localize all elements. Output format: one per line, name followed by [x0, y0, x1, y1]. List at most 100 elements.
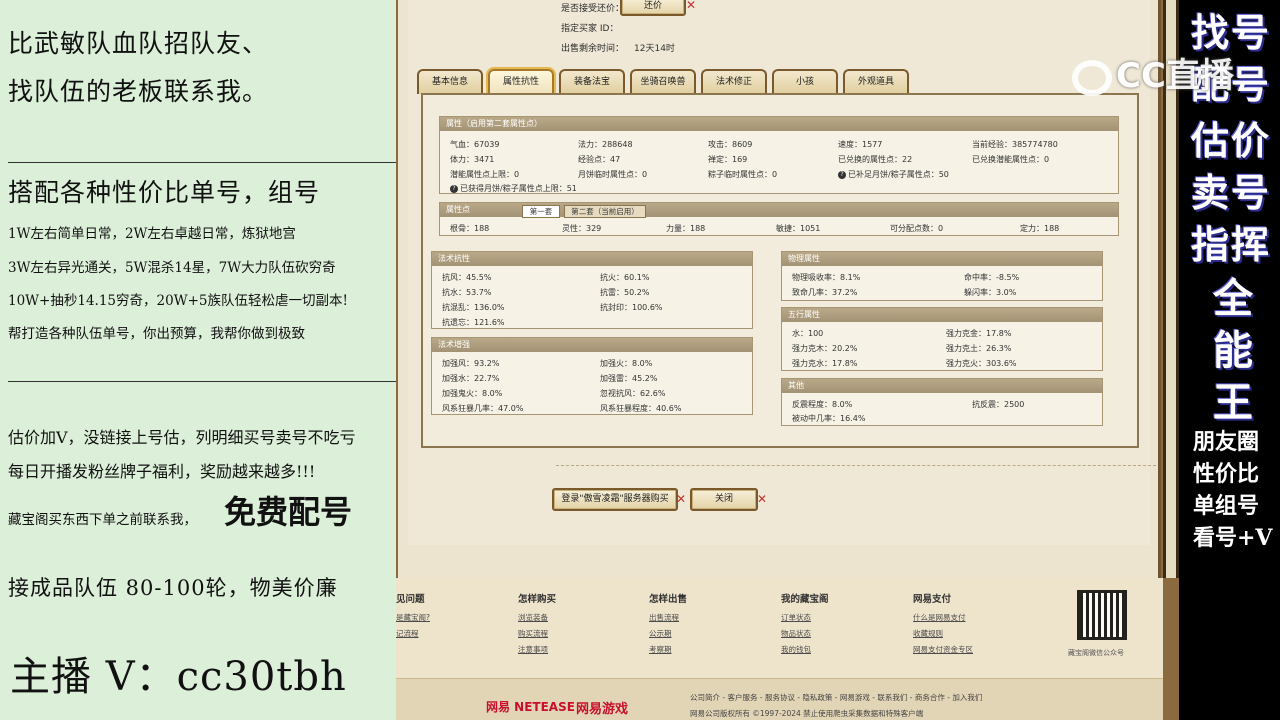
physical-crit: 致命几率：37.2% [792, 288, 858, 297]
login-buy-button[interactable]: 登录"傲雪凌霜"服务器购买 [552, 488, 678, 511]
overlay-right-line-1: 朋友圈 [1193, 429, 1260, 455]
resist-chaos: 抗混乱：136.0% [442, 303, 505, 312]
tab-child[interactable]: 小孩 [772, 69, 838, 94]
footer-link[interactable]: 什么是网易支付 [913, 612, 966, 623]
tab-attributes[interactable]: 属性抗性 [488, 69, 554, 94]
enhance-wind-crit-rate: 风系狂暴几率：47.0% [442, 404, 524, 413]
overlay-divider [8, 381, 396, 382]
footer-link[interactable]: 是藏宝阁? [396, 612, 430, 623]
remaining-label: 出售剩余时间： [561, 44, 625, 54]
points-section: 属性点 第一套 第二套（当前启用） 根骨：188 灵性：329 力量：188 敏… [439, 202, 1119, 236]
five-vs-fire: 强力克火：303.6% [946, 359, 1017, 368]
footer-link[interactable]: 购买流程 [518, 628, 548, 639]
point-available: 可分配点数：0 [890, 224, 944, 233]
qr-label: 藏宝阁微信公众号 [1068, 649, 1124, 657]
physical-dodge: 躲闪率：3.0% [964, 288, 1017, 297]
enhance-ignore-wind: 忽视抗风：62.6% [600, 389, 666, 398]
footer-link[interactable]: 我的钱包 [781, 644, 811, 655]
tab-appearance[interactable]: 外观道具 [843, 69, 909, 94]
enhance-header: 法术增强 [432, 338, 752, 352]
overlay-text-line1: 比武敏队血队招队友、 [8, 29, 269, 58]
game-window: 是否接受还价： 还价 ✕ 指定买家 ID： 出售剩余时间： 12天14时 基本信息… [396, 0, 1179, 720]
footer-link[interactable]: 公示期 [649, 628, 672, 639]
resist-forget: 抗遗忘：121.6% [442, 318, 505, 327]
bargain-label: 是否接受还价： [561, 4, 625, 14]
cc-live-watermark: CC直播 [1072, 48, 1234, 97]
separator-line [556, 465, 1156, 466]
enhance-wind-crit-degree: 风系狂暴程度：40.6% [600, 404, 682, 413]
other-counter-degree: 反震程度：8.0% [792, 400, 853, 409]
five-vs-water: 强力克水：17.8% [792, 359, 858, 368]
help-icon[interactable]: ? [450, 184, 458, 193]
other-anti-counter: 抗反震：2500 [972, 400, 1025, 409]
overlay-text-line2: 找队伍的老板联系我。 [8, 77, 269, 106]
resist-fire: 抗火：60.1% [600, 273, 650, 282]
trade-panel-inner: 是否接受还价： 还价 ✕ 指定买家 ID： 出售剩余时间： 12天14时 基本信息… [408, 0, 1156, 545]
attr-filled: ? 已补足月饼/粽子属性点：50 [838, 169, 949, 180]
overlay-right-line-3: 单组号 [1193, 493, 1260, 519]
other-section: 其他 反震程度：8.0% 抗反震：2500 被动中几率：16.4% [781, 378, 1103, 426]
footer-link[interactable]: 收藏规则 [913, 628, 943, 639]
points-set1-tab[interactable]: 第一套 [522, 205, 560, 218]
footer-link[interactable]: 记流程 [396, 628, 419, 639]
physical-hit: 命中率：-8.5% [964, 273, 1020, 282]
attr-exp: 当前经验：385774780 [972, 140, 1058, 149]
overlay-free-match: 免费配号 [224, 493, 353, 531]
enhance-ghostfire: 加强鬼火：8.0% [442, 389, 503, 398]
five-vs-earth: 强力克土：26.3% [946, 344, 1012, 353]
enhance-water: 加强水：22.7% [442, 374, 500, 383]
buyer-row: 指定买家 ID： [561, 21, 618, 34]
tab-equipment[interactable]: 装备法宝 [559, 69, 625, 94]
trade-panel: 是否接受还价： 还价 ✕ 指定买家 ID： 出售剩余时间： 12天14时 基本信息… [398, 0, 1161, 578]
footer-link[interactable]: 考察期 [649, 644, 672, 655]
tab-mounts-pets[interactable]: 坐骑召唤兽 [630, 69, 696, 94]
footer-link[interactable]: 注意事项 [518, 644, 548, 655]
qr-code-icon [1077, 590, 1127, 640]
attributes-section: 属性（启用第二套属性点） 气血：67039 法力：288648 攻击：8609 … [439, 116, 1119, 194]
resist-header: 法术抗性 [432, 252, 752, 266]
point-strength: 力量：188 [666, 224, 706, 233]
point-constitution: 根骨：188 [450, 224, 490, 233]
footer-links-line[interactable]: 公司简介 - 客户服务 - 服务协议 - 隐私政策 - 网易游戏 - 联系我们 … [690, 692, 982, 703]
five-water: 水：100 [792, 329, 824, 338]
attr-attack: 攻击：8609 [708, 140, 753, 149]
overlay-vertical-text-8: 王 [1213, 379, 1253, 426]
footer-link[interactable]: 物品状态 [781, 628, 811, 639]
footer-link[interactable]: 网易支付资金专区 [913, 644, 973, 655]
enhance-thunder: 加强雷：45.2% [600, 374, 658, 383]
tab-spell-correction[interactable]: 法术修正 [701, 69, 767, 94]
resist-wind: 抗风：45.5% [442, 273, 492, 282]
overlay-vertical-text-7: 能 [1213, 327, 1253, 374]
footer-col-my: 我的藏宝阁 [781, 594, 829, 605]
remaining-row: 出售剩余时间： 12天14时 [561, 41, 675, 54]
attr-obtained-cap: ? 已获得月饼/粽子属性点上限：51 [450, 183, 577, 194]
points-set2-tab[interactable]: 第二套（当前启用） [564, 205, 646, 218]
footer-link[interactable]: 出售流程 [649, 612, 679, 623]
cc-logo-icon [1072, 59, 1112, 96]
overlay-vertical-text-4: 卖号 [1191, 170, 1272, 215]
close-button[interactable]: 关闭 [690, 488, 758, 511]
stream-right-overlay: 找号 配号 估价 卖号 指挥 全 能 王 朋友圈 性价比 单组号 看号+V [1179, 0, 1280, 720]
attr-potential-cap: 潜能属性点上限：0 [450, 170, 520, 179]
overlay-text-line6: 10W+抽秒14.15穷奇，20W+5族队伍轻松虐一切副本! [8, 293, 348, 309]
five-vs-wood: 强力克木：20.2% [792, 344, 858, 353]
attr-mooncake-temp: 月饼临时属性点：0 [578, 170, 648, 179]
enhance-wind: 加强风：93.2% [442, 359, 500, 368]
footer-col-pay: 网易支付 [913, 594, 952, 605]
remaining-value: 12天14时 [634, 44, 675, 54]
attr-exp-points: 经验点：47 [578, 155, 621, 164]
overlay-text-line9: 每日开播发粉丝牌子福利，奖励越来越多!!! [8, 462, 316, 481]
attr-exchanged: 已兑换的属性点：22 [838, 155, 913, 164]
close-x-icon: ✕ [757, 492, 768, 506]
help-icon[interactable]: ? [838, 170, 846, 179]
point-agility: 敏捷：1051 [776, 224, 821, 233]
tab-basic-info[interactable]: 基本信息 [417, 69, 483, 94]
footer-col-sell: 怎样出售 [649, 594, 688, 605]
overlay-vertical-text-5: 指挥 [1191, 222, 1272, 267]
footer-link[interactable]: 浏览装备 [518, 612, 548, 623]
stream-left-overlay: 比武敏队血队招队友、 找队伍的老板联系我。 搭配各种性价比单号，组号 1W左右简… [0, 0, 396, 720]
bargain-button[interactable]: 还价 [620, 0, 686, 16]
buyer-label: 指定买家 ID： [561, 24, 619, 34]
five-vs-metal: 强力克金：17.8% [946, 329, 1012, 338]
footer-link[interactable]: 订单状态 [781, 612, 811, 623]
